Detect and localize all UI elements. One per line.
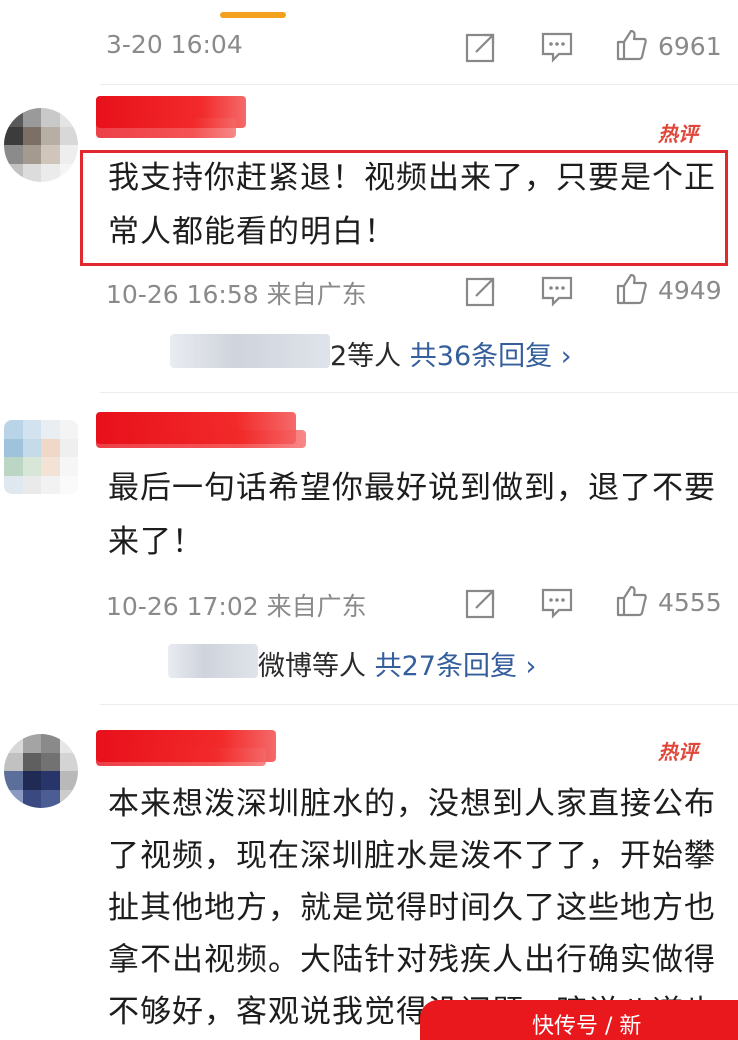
avatar[interactable] bbox=[4, 420, 78, 494]
avatar[interactable] bbox=[4, 108, 78, 182]
hot-comment-badge: 热评 bbox=[658, 740, 698, 764]
reply-summary[interactable]: 2等人 共36条回复 › bbox=[330, 334, 572, 373]
comment-text-line: 扯其他地方，就是觉得时间久了这些地方也 bbox=[108, 890, 716, 926]
username-redacted-shadow bbox=[96, 430, 306, 448]
comment-text-line: 来了！ bbox=[108, 524, 204, 560]
comment-text-line: 拿不出视频。大陆针对残疾人出行确实做得 bbox=[108, 942, 716, 978]
scroll-indicator bbox=[220, 12, 286, 18]
comment-time: 10-26 16:58 来自广东 bbox=[106, 280, 367, 309]
reply-count-link[interactable]: 共27条回复 › bbox=[375, 651, 537, 682]
share-icon[interactable] bbox=[464, 30, 498, 64]
share-icon[interactable] bbox=[464, 274, 498, 308]
comment-icon[interactable] bbox=[540, 586, 574, 620]
username-redacted-shadow bbox=[96, 748, 266, 766]
comment-text-line: 常人都能看的明白！ bbox=[108, 214, 396, 250]
like-icon[interactable] bbox=[614, 28, 648, 62]
comment-text-line: 了视频，现在深圳脏水是泼不了了，开始攀 bbox=[108, 838, 716, 874]
hot-comment-badge: 热评 bbox=[658, 122, 698, 146]
like-icon[interactable] bbox=[614, 272, 648, 306]
avatar[interactable] bbox=[4, 734, 78, 808]
watermark-text: 快传号 / 新 bbox=[532, 1014, 642, 1039]
like-count: 4555 bbox=[658, 588, 722, 617]
reply-users-redacted bbox=[170, 334, 330, 368]
comment-time: 3-20 16:04 bbox=[106, 30, 243, 59]
like-icon[interactable] bbox=[614, 584, 648, 618]
comment-time: 10-26 17:02 来自广东 bbox=[106, 592, 367, 621]
reply-summary[interactable]: 微博等人 共27条回复 › bbox=[258, 644, 536, 683]
comment-text-line: 本来想泼深圳脏水的，没想到人家直接公布 bbox=[108, 786, 716, 822]
comment-text-line: 最后一句话希望你最好说到做到，退了不要 bbox=[108, 470, 716, 506]
comment-icon[interactable] bbox=[540, 274, 574, 308]
like-count: 6961 bbox=[658, 32, 722, 61]
divider bbox=[100, 84, 738, 85]
username-redacted-shadow bbox=[96, 118, 236, 138]
like-count: 4949 bbox=[658, 276, 722, 305]
comment-text-line: 我支持你赶紧退！视频出来了，只要是个正 bbox=[108, 160, 716, 196]
reply-count-link[interactable]: 共36条回复 › bbox=[410, 341, 572, 372]
reply-users-redacted bbox=[168, 644, 258, 678]
comment-icon[interactable] bbox=[540, 30, 574, 64]
share-icon[interactable] bbox=[464, 586, 498, 620]
divider bbox=[100, 392, 738, 393]
divider bbox=[100, 704, 738, 705]
